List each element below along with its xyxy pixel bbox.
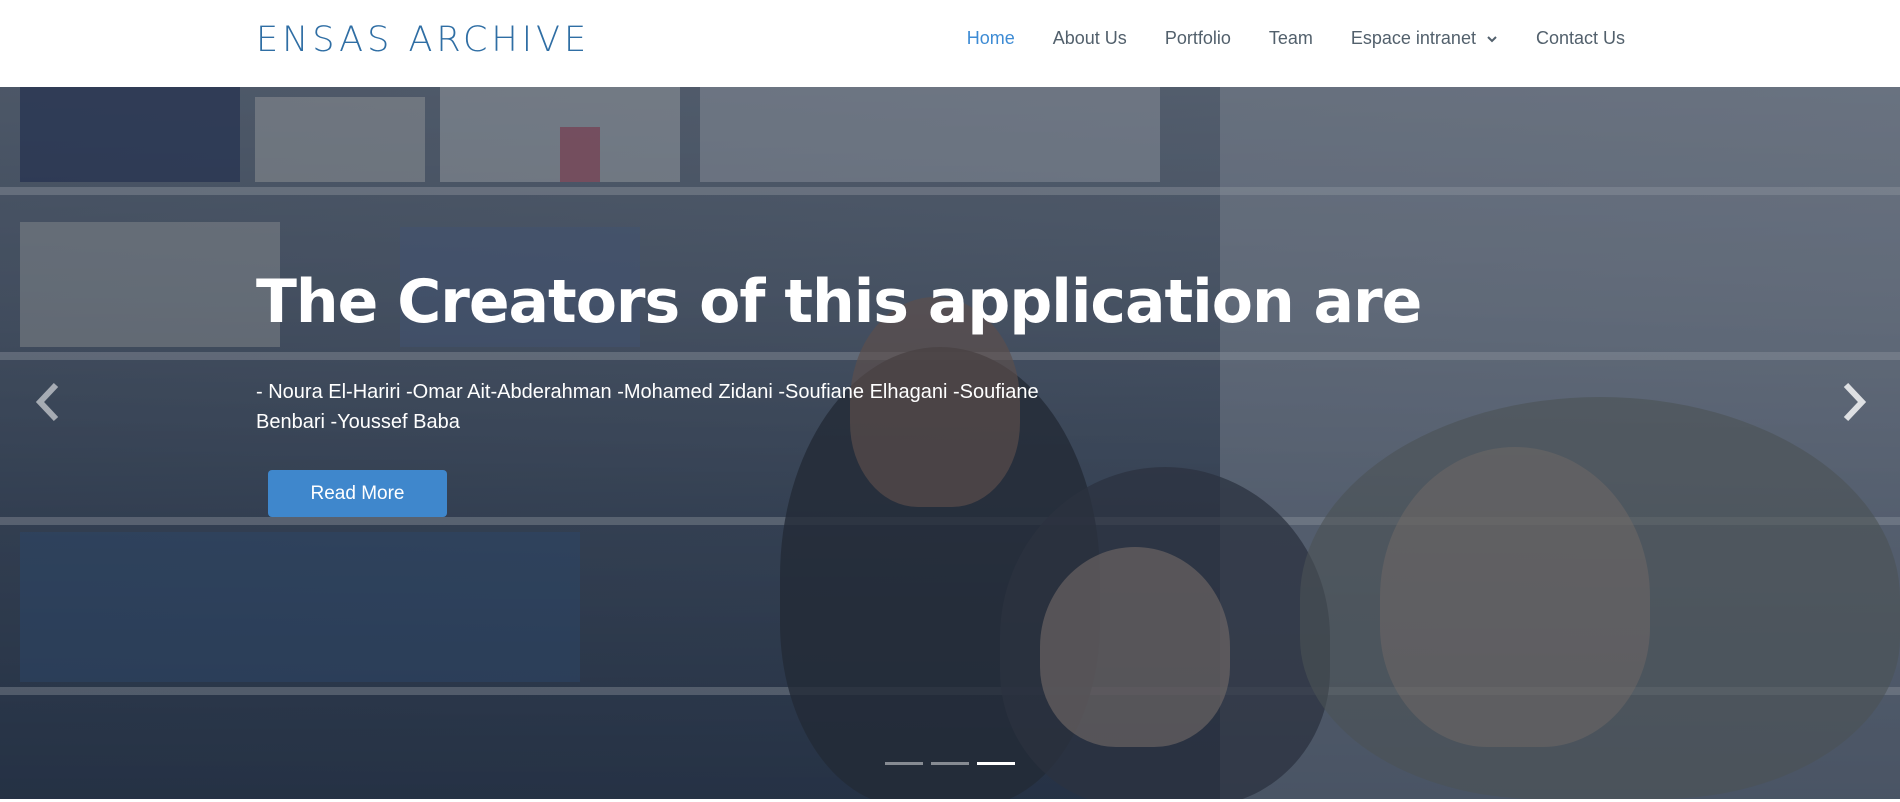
nav-item-espace-intranet[interactable]: Espace intranet: [1351, 28, 1498, 49]
nav-item-team[interactable]: Team: [1269, 28, 1313, 49]
carousel-next-button[interactable]: [1834, 377, 1874, 427]
chevron-down-icon: [1487, 35, 1497, 42]
nav-item-home[interactable]: Home: [967, 28, 1015, 49]
nav-item-contact-us[interactable]: Contact Us: [1536, 28, 1625, 49]
read-more-button[interactable]: Read More: [268, 470, 447, 517]
chevron-right-icon: [1843, 382, 1867, 422]
nav-item-espace-intranet-label: Espace intranet: [1350, 28, 1476, 48]
hero-description: - Noura El-Hariri -Omar Ait-Abderahman -…: [256, 381, 1039, 433]
hero-background-image: [0, 87, 1900, 799]
carousel-indicator[interactable]: [931, 762, 969, 765]
site-logo[interactable]: ENSAS ARCHIVE: [256, 20, 590, 60]
carousel-indicators: [885, 762, 1023, 765]
nav-item-about-us[interactable]: About Us: [1053, 28, 1127, 49]
carousel-prev-button[interactable]: [28, 377, 68, 427]
carousel-indicator[interactable]: [885, 762, 923, 765]
hero-carousel: The Creators of this application are - N…: [0, 87, 1900, 799]
chevron-left-icon: [35, 382, 59, 422]
carousel-indicator-active[interactable]: [977, 762, 1015, 765]
nav-item-portfolio[interactable]: Portfolio: [1165, 28, 1231, 49]
site-header: ENSAS ARCHIVE Home About Us Portfolio Te…: [0, 0, 1900, 87]
main-nav: Home About Us Portfolio Team Espace intr…: [967, 28, 1625, 49]
hero-title: The Creators of this application are: [256, 267, 1422, 337]
